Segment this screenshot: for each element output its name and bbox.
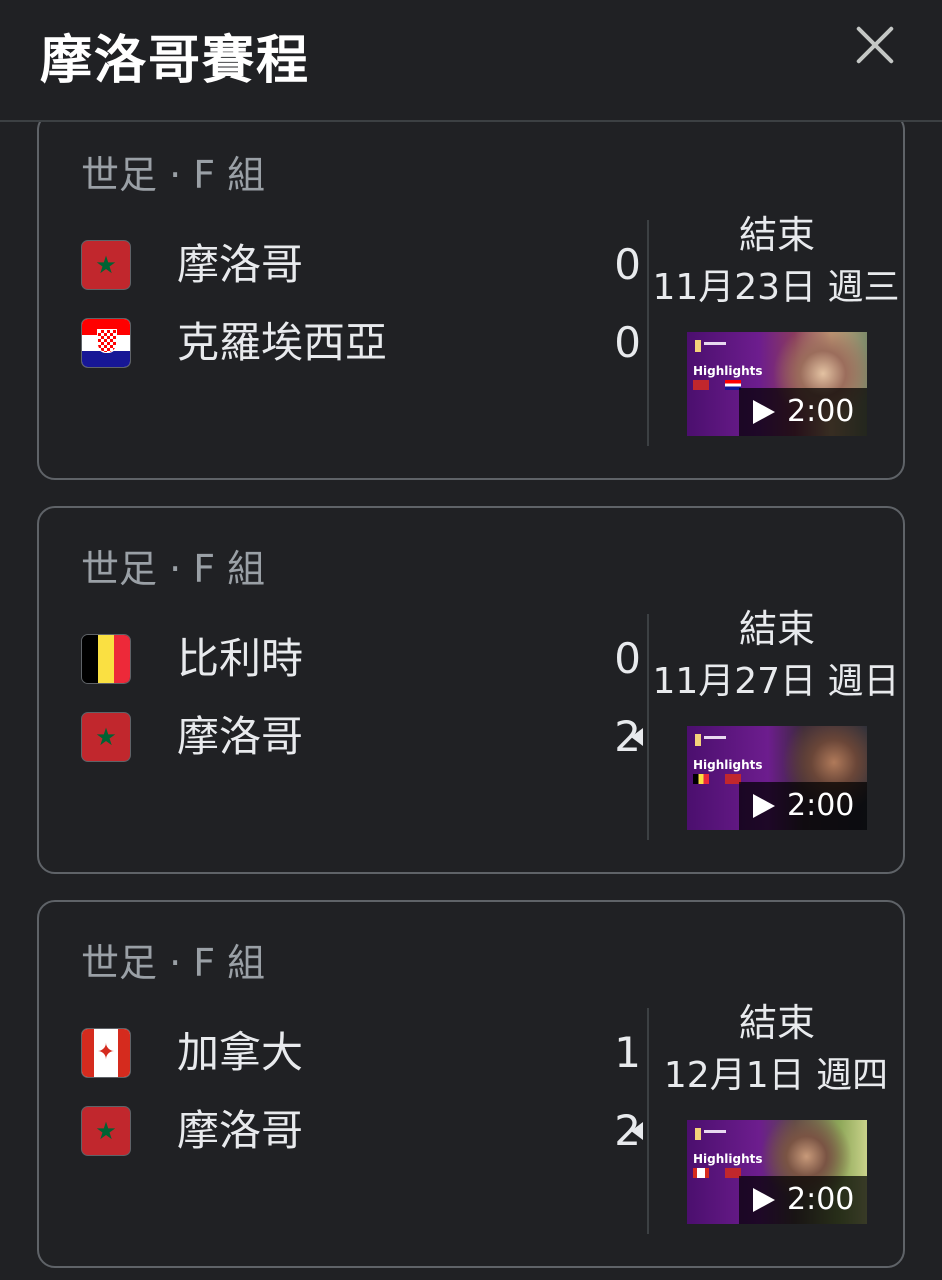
morocco-flag-icon: ★ — [81, 1106, 131, 1156]
team-name: 摩洛哥 — [177, 1106, 304, 1155]
team-name: 克羅埃西亞 — [177, 318, 388, 367]
team-row: 比利時 0 — [81, 632, 641, 686]
team-row: ★ 摩洛哥 2 — [81, 710, 641, 764]
morocco-flag-icon: ★ — [81, 240, 131, 290]
play-icon — [753, 794, 775, 818]
duration-text: 2:00 — [787, 1182, 855, 1217]
team-name: 摩洛哥 — [177, 240, 304, 289]
match-status: 結束 — [738, 1001, 815, 1045]
highlights-video-thumbnail[interactable]: Highlights 2:00 — [687, 1120, 867, 1224]
team-score: 0 — [614, 240, 641, 289]
canada-flag-icon: ✦ — [81, 1028, 131, 1078]
belgium-flag-icon — [693, 774, 709, 784]
team-name: 比利時 — [177, 634, 304, 683]
duration-text: 2:00 — [787, 788, 855, 823]
match-card[interactable]: 世足 · F 組 ✦ 加拿大 1 ★ 摩洛哥 2 結束 12月1日 週四 Hig… — [37, 900, 905, 1268]
team-score: 0 — [614, 634, 641, 683]
video-duration: 2:00 — [739, 782, 867, 830]
morocco-flag-icon — [693, 380, 709, 390]
winner-arrow-icon — [631, 728, 643, 746]
fifa-logo-icon — [695, 734, 729, 746]
fifa-logo-icon — [695, 1128, 729, 1140]
video-duration: 2:00 — [739, 1176, 867, 1224]
team-row: ★ 摩洛哥 0 — [81, 238, 641, 292]
play-icon — [753, 1188, 775, 1212]
morocco-flag-icon: ★ — [81, 712, 131, 762]
team-row: ✦ 加拿大 1 — [81, 1026, 641, 1080]
highlights-video-thumbnail[interactable]: Highlights 2:00 — [687, 332, 867, 436]
team-row: 克羅埃西亞 0 — [81, 316, 641, 370]
league-label: 世足 · F 組 — [81, 547, 266, 591]
fifa-logo-icon — [695, 340, 729, 352]
league-label: 世足 · F 組 — [81, 941, 266, 985]
match-card[interactable]: 世足 · F 組 比利時 0 ★ 摩洛哥 2 結束 11月27日 週日 High… — [37, 506, 905, 874]
match-date: 11月23日 週三 — [652, 267, 900, 308]
canada-flag-icon — [693, 1168, 709, 1178]
belgium-flag-icon — [81, 634, 131, 684]
highlights-video-thumbnail[interactable]: Highlights 2:00 — [687, 726, 867, 830]
team-name: 摩洛哥 — [177, 712, 304, 761]
team-score: 0 — [614, 318, 641, 367]
match-status: 結束 — [738, 607, 815, 651]
team-score: 1 — [614, 1028, 641, 1077]
league-label: 世足 · F 組 — [81, 153, 266, 197]
page-title: 摩洛哥賽程 — [40, 31, 311, 91]
team-name: 加拿大 — [177, 1028, 304, 1077]
match-status: 結束 — [738, 213, 815, 257]
match-card[interactable]: 世足 · F 組 ★ 摩洛哥 0 克羅埃西亞 0 結束 11月23日 週三 Hi… — [37, 112, 905, 480]
highlights-label: Highlights — [693, 758, 763, 772]
match-date: 11月27日 週日 — [652, 661, 900, 702]
highlights-label: Highlights — [693, 1152, 763, 1166]
croatia-flag-icon — [81, 318, 131, 368]
duration-text: 2:00 — [787, 394, 855, 429]
winner-arrow-icon — [631, 1122, 643, 1140]
header: 摩洛哥賽程 — [0, 0, 942, 122]
match-date: 12月1日 週四 — [663, 1055, 889, 1096]
play-icon — [753, 400, 775, 424]
highlights-label: Highlights — [693, 364, 763, 378]
video-duration: 2:00 — [739, 388, 867, 436]
team-row: ★ 摩洛哥 2 — [81, 1104, 641, 1158]
close-icon[interactable] — [852, 22, 898, 68]
